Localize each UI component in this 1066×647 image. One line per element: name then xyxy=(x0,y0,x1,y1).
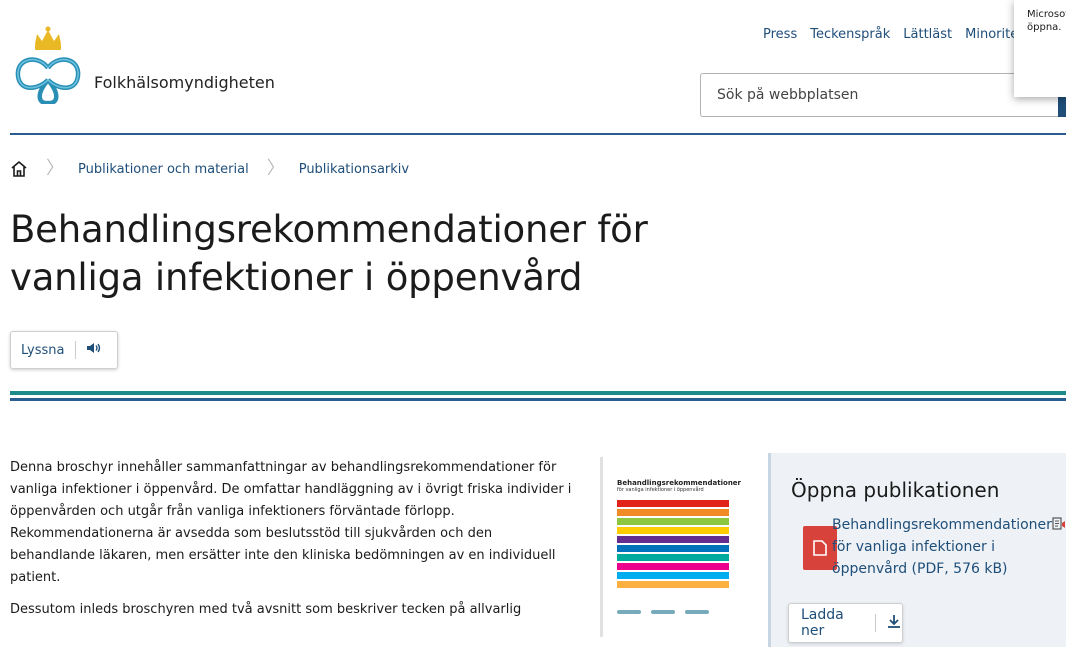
listen-document-icon[interactable] xyxy=(1052,516,1066,535)
publication-pdf-link[interactable]: Behandlingsrekommendationer för vanliga … xyxy=(832,517,1052,577)
agency-logo[interactable] xyxy=(8,24,88,106)
nav-sign-language[interactable]: Teckenspråk xyxy=(810,27,890,42)
brand-name[interactable]: Folkhälsomyndigheten xyxy=(94,73,275,92)
cover-logo xyxy=(685,610,709,614)
notification-popup: Microsof öppna. xyxy=(1014,0,1066,97)
cover-stripe xyxy=(617,509,729,516)
search-button[interactable] xyxy=(1058,96,1066,117)
section-divider-teal xyxy=(10,391,1066,395)
search-input[interactable] xyxy=(701,74,1066,116)
chevron-right-icon: 〉 xyxy=(46,158,64,179)
listen-label[interactable]: Lyssna xyxy=(21,343,65,358)
nav-press[interactable]: Press xyxy=(763,27,797,42)
cover-logos xyxy=(617,610,729,614)
cover-stripe xyxy=(617,500,729,507)
popup-line: Microsof xyxy=(1027,9,1066,20)
description: Denna broschyr innehåller sammanfattning… xyxy=(10,457,580,631)
cover-subtitle: för vanliga infektioner i öppenvård xyxy=(617,487,704,493)
chevron-right-icon: 〉 xyxy=(266,158,285,179)
cover-stripe xyxy=(617,545,729,552)
download-label[interactable]: Ladda ner xyxy=(801,607,865,639)
open-publication-panel: Öppna publikationen Behandlingsrekommend… xyxy=(768,453,1066,647)
divider xyxy=(875,614,876,632)
cover-stripe xyxy=(617,581,729,588)
nav-easy-read[interactable]: Lättläst xyxy=(903,27,952,42)
cover-stripes xyxy=(617,500,729,588)
listen-button[interactable]: Lyssna xyxy=(10,331,118,369)
cover-logo xyxy=(617,610,641,614)
download-icon xyxy=(886,613,902,633)
publication-cover: Behandlingsrekommendationer för vanliga … xyxy=(600,457,742,637)
cover-stripe xyxy=(617,563,729,570)
home-icon[interactable] xyxy=(10,160,28,178)
publication-link: Behandlingsrekommendationer för vanliga … xyxy=(832,514,1052,580)
cover-stripe xyxy=(617,536,729,543)
download-button[interactable]: Ladda ner xyxy=(788,603,903,643)
top-nav: Press Teckenspråk Lättläst Minoritetssp xyxy=(763,27,1045,42)
cover-title: Behandlingsrekommendationer xyxy=(617,479,742,487)
cover-logo xyxy=(651,610,675,614)
page-title: Behandlingsrekommendationer för vanliga … xyxy=(10,208,648,299)
breadcrumb: 〉 Publikationer och material 〉 Publikati… xyxy=(10,160,409,178)
cover-stripe xyxy=(617,554,729,561)
speaker-icon xyxy=(86,341,102,359)
cover-stripe xyxy=(617,518,729,525)
panel-heading: Öppna publikationen xyxy=(791,478,1000,502)
cover-stripe xyxy=(617,527,729,534)
breadcrumb-publications[interactable]: Publikationer och material xyxy=(78,162,249,177)
popup-line: öppna. xyxy=(1027,22,1062,33)
breadcrumb-archive[interactable]: Publikationsarkiv xyxy=(299,162,409,177)
description-paragraph: Dessutom inleds broschyren med två avsni… xyxy=(10,602,522,617)
search-box xyxy=(700,73,1066,117)
section-divider-blue xyxy=(10,398,1066,401)
divider xyxy=(74,341,76,359)
cover-stripe xyxy=(617,572,729,579)
header-divider xyxy=(10,133,1066,135)
description-paragraph: Denna broschyr innehåller sammanfattning… xyxy=(10,460,572,585)
